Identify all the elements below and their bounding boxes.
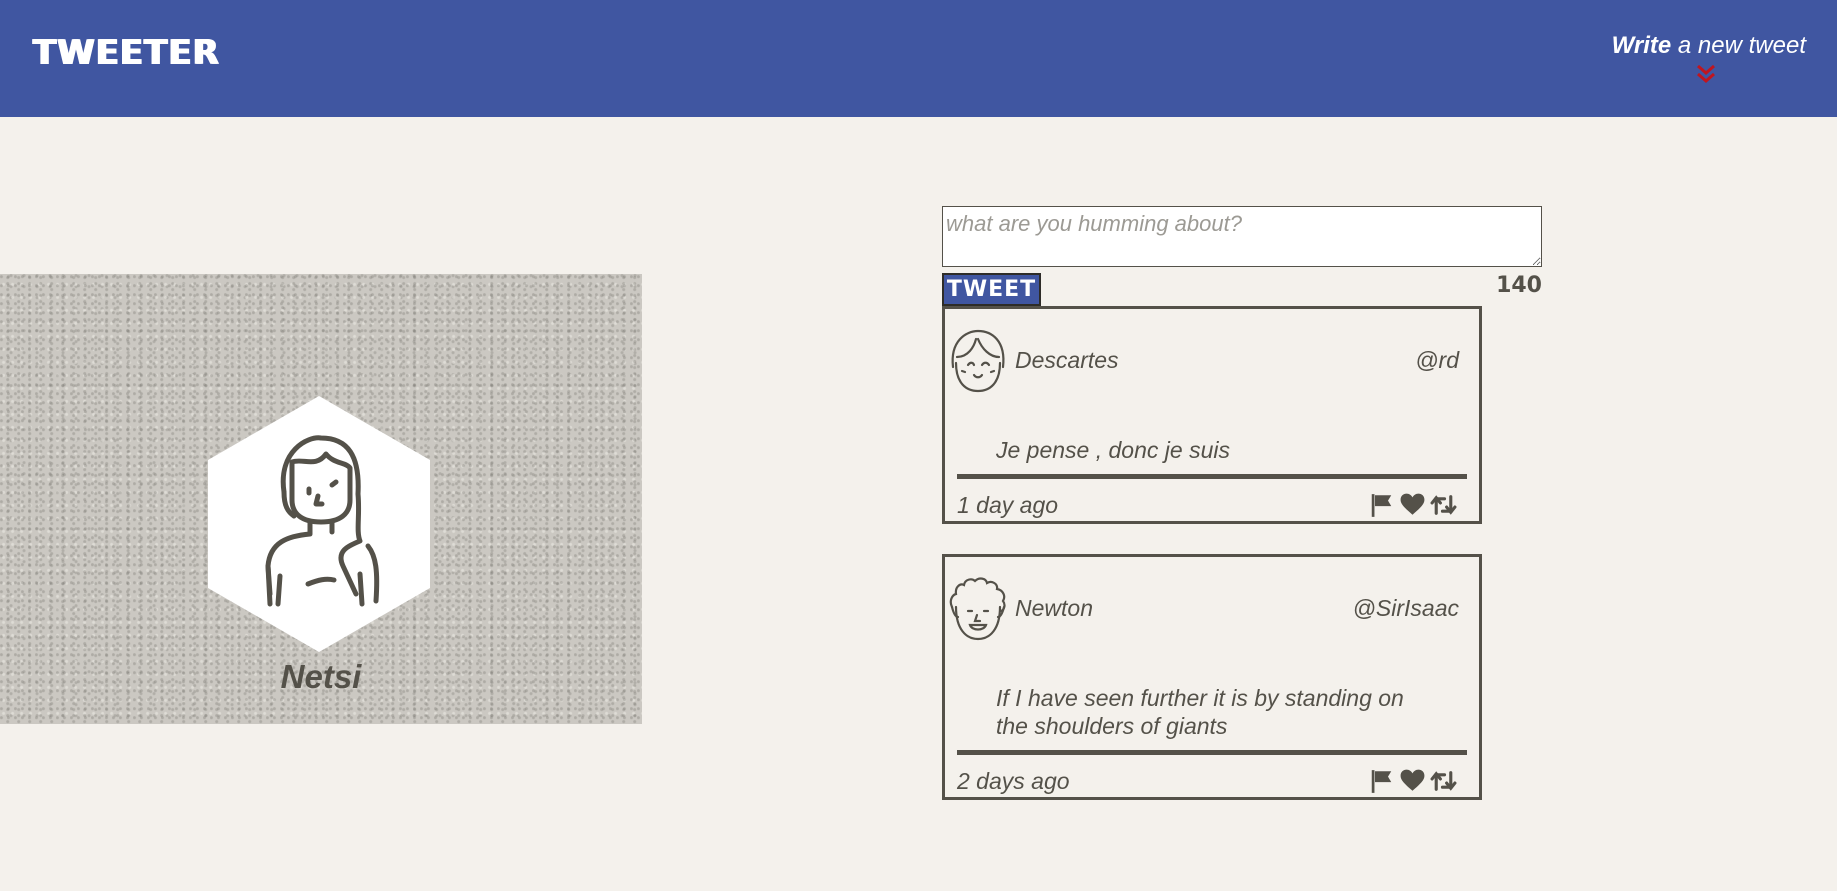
compose-toggle-bold: Write bbox=[1611, 32, 1672, 59]
retweet-icon[interactable] bbox=[1430, 768, 1457, 794]
top-nav: TWEETER Write a new tweet bbox=[0, 0, 1837, 117]
heart-icon[interactable] bbox=[1399, 768, 1426, 794]
tweet-author-name: Newton bbox=[1015, 595, 1093, 621]
tweet-timestamp: 2 days ago bbox=[957, 768, 1070, 794]
tweet-divider bbox=[957, 750, 1467, 755]
character-counter: 140 bbox=[1496, 273, 1542, 298]
tweet-divider bbox=[957, 474, 1467, 479]
curly-hair-man-avatar-icon bbox=[949, 577, 1006, 641]
tweet-author-name: Descartes bbox=[1015, 347, 1119, 373]
woman-avatar-icon bbox=[208, 396, 430, 652]
profile-username: Netsi bbox=[280, 658, 362, 695]
tweet-actions bbox=[1368, 492, 1457, 518]
tweet-textarea[interactable] bbox=[942, 206, 1542, 267]
tweet-timestamp: 1 day ago bbox=[957, 492, 1059, 518]
tweet-body: Je pense , donc je suis bbox=[996, 437, 1230, 463]
write-tweet-toggle[interactable]: Write a new tweet bbox=[1586, 32, 1806, 60]
flag-icon[interactable] bbox=[1368, 492, 1395, 518]
tweet-card: Newton @SirIsaac If I have seen further … bbox=[942, 554, 1482, 800]
tweet-author-handle[interactable]: @SirIsaac bbox=[1353, 595, 1459, 622]
tweet-submit-button[interactable]: TWEET bbox=[942, 273, 1041, 306]
profile-card: Netsi bbox=[0, 274, 642, 724]
flag-icon[interactable] bbox=[1368, 768, 1395, 794]
tweet-body: If I have seen further it is by standing… bbox=[996, 685, 1404, 739]
retweet-icon[interactable] bbox=[1430, 492, 1457, 518]
tweet-card: Descartes @rd Je pense , donc je suis 1 … bbox=[942, 306, 1482, 524]
tweet-actions bbox=[1368, 768, 1457, 794]
compose-toggle-text: a new tweet bbox=[1671, 32, 1806, 59]
tweet-author-handle[interactable]: @rd bbox=[1415, 347, 1459, 374]
brand-logo[interactable]: TWEETER bbox=[33, 33, 220, 73]
heart-icon[interactable] bbox=[1399, 492, 1426, 518]
smiling-girl-avatar-icon bbox=[951, 329, 1005, 393]
double-chevron-down-icon[interactable] bbox=[1695, 62, 1717, 86]
